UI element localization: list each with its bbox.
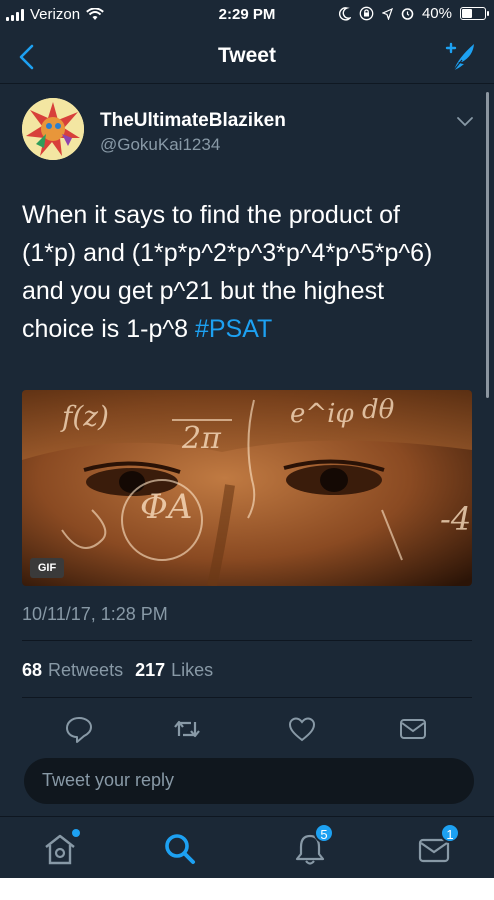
bottom-tab-bar: 5 1 xyxy=(0,816,494,878)
retweet-count[interactable]: 68 xyxy=(22,660,42,681)
battery-percent: 40% xyxy=(421,5,452,22)
chevron-down-icon[interactable] xyxy=(456,116,474,128)
math-overlay-text: f(z) xyxy=(60,400,109,433)
avatar[interactable] xyxy=(22,98,84,160)
divider xyxy=(22,697,472,698)
retweet-label[interactable]: Retweets xyxy=(48,660,123,681)
notifications-badge: 5 xyxy=(314,823,334,843)
direct-message-icon[interactable] xyxy=(398,714,428,744)
math-overlay-text: e^iφ xyxy=(290,399,354,429)
scrollbar[interactable] xyxy=(486,92,489,398)
avatar-image xyxy=(22,98,84,160)
reply-icon[interactable] xyxy=(64,714,94,744)
tweet-text-line: (1*p) and (1*p*p^2*p^3*p^4*p^5*p^6) xyxy=(22,239,433,267)
math-overlay-text: ΦA xyxy=(140,487,192,527)
status-bar: Verizon 2:29 PM 40% xyxy=(0,0,494,30)
author-display-name[interactable]: TheUltimateBlaziken xyxy=(100,110,286,132)
gif-badge: GIF xyxy=(30,558,64,578)
alarm-icon xyxy=(401,8,414,20)
author-handle[interactable]: @GokuKai1234 xyxy=(100,135,220,155)
messages-badge: 1 xyxy=(440,823,460,843)
do-not-disturb-moon-icon xyxy=(338,6,351,20)
tweet-text-line: When it says to find the product of xyxy=(22,201,400,229)
math-overlay-text: -4 xyxy=(440,500,471,538)
tweet-text-line: and you get p^21 but the highest xyxy=(22,277,385,305)
tweet-timestamp: 10/11/17, 1:28 PM xyxy=(22,604,168,624)
battery-icon xyxy=(460,7,489,20)
status-right-group: 40% xyxy=(338,5,489,22)
compose-tweet-icon[interactable] xyxy=(444,40,478,72)
retweet-icon[interactable] xyxy=(172,714,202,744)
location-arrow-icon xyxy=(381,7,393,20)
like-count[interactable]: 217 xyxy=(135,660,165,681)
tweet-text-line: choice is 1-p^8 #PSAT xyxy=(22,310,472,348)
rotation-lock-icon xyxy=(359,6,374,21)
page-title: Tweet xyxy=(218,44,276,67)
reply-input[interactable]: Tweet your reply xyxy=(24,758,474,804)
tweet-text: When it says to find the product of (1*p… xyxy=(22,196,472,348)
math-overlay-text: 2π xyxy=(181,421,222,456)
gif-frame-image: f(z) 2π e^iφ dθ ΦA -4 xyxy=(22,390,472,586)
reply-bar: Tweet your reply xyxy=(0,750,494,816)
tweet-detail-screen: Verizon 2:29 PM 40% Tweet TheUltimateBla… xyxy=(0,0,494,878)
home-new-content-dot xyxy=(72,829,80,837)
engagement-stats: 68 Retweets 217 Likes xyxy=(22,660,213,681)
tweet-action-bar xyxy=(0,710,494,754)
divider xyxy=(22,640,472,641)
tweet-gif-media[interactable]: f(z) 2π e^iφ dθ ΦA -4 GIF xyxy=(22,390,472,586)
tweet-text-fragment: choice is 1-p^8 xyxy=(22,315,195,343)
like-icon[interactable] xyxy=(287,714,317,744)
math-overlay-text: dθ xyxy=(362,395,395,425)
hashtag-link[interactable]: #PSAT xyxy=(195,315,272,343)
navigation-header: Tweet xyxy=(0,30,494,84)
like-label[interactable]: Likes xyxy=(171,660,213,681)
search-icon[interactable] xyxy=(160,829,200,869)
